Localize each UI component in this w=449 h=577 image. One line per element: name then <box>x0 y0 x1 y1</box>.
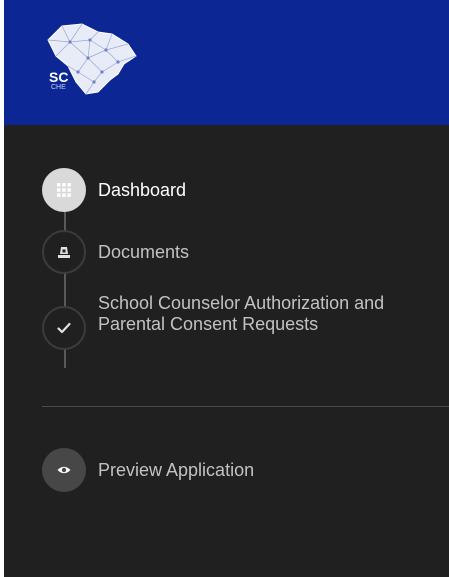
sidebar: SC CHE Dashboard Documents School Counse… <box>4 0 449 577</box>
preview-application-button[interactable]: Preview Application <box>42 448 254 492</box>
nav-item-dashboard[interactable]: Dashboard <box>42 168 186 212</box>
brand-header: SC CHE <box>4 0 449 125</box>
preview-application-label: Preview Application <box>98 459 255 480</box>
nav-circle-dashboard <box>42 168 86 212</box>
logo-sub: CHE <box>51 84 66 91</box>
checkmark-icon <box>57 322 71 334</box>
nav-label-counselor-consent: School Counselor Authorization and Paren… <box>98 293 385 334</box>
nav-divider <box>42 406 449 407</box>
eye-icon <box>57 466 71 474</box>
nav-circle-counselor-consent <box>42 306 86 350</box>
nav-circle-preview <box>42 448 86 492</box>
document-icon <box>58 247 70 258</box>
nav-label-dashboard: Dashboard <box>98 179 187 200</box>
nav-item-counselor-consent[interactable]: School Counselor Authorization and Paren… <box>42 293 398 350</box>
grid-icon <box>57 183 71 197</box>
nav-item-documents[interactable]: Documents <box>42 230 189 274</box>
sc-che-logo[interactable]: SC CHE <box>40 20 140 100</box>
nav-circle-documents <box>42 230 86 274</box>
logo-abbr: SC <box>49 69 69 85</box>
nav-label-documents: Documents <box>98 241 190 262</box>
